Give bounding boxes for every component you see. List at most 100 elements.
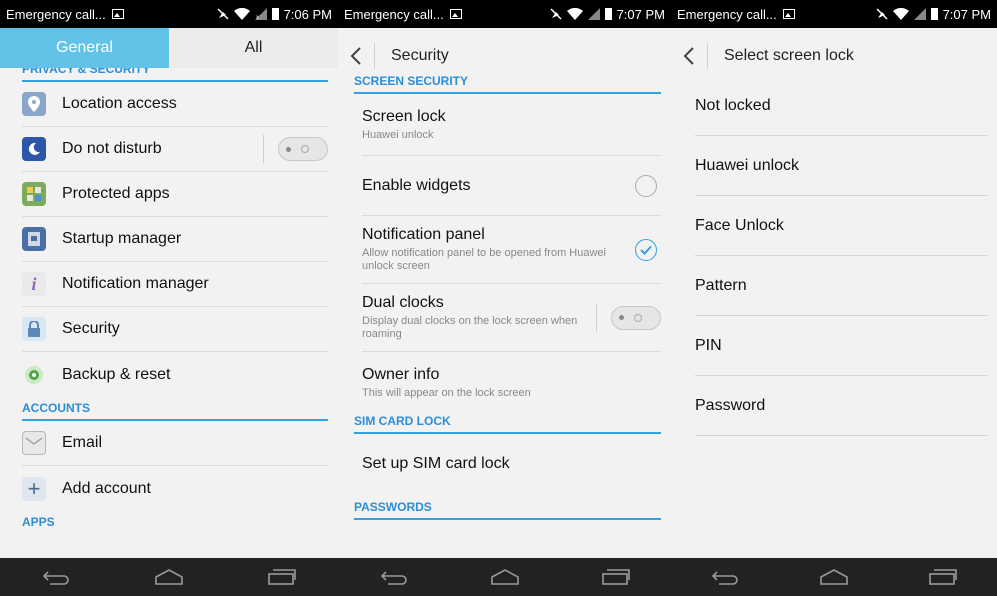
- screenshot-icon: [782, 9, 795, 19]
- lock-option-pin[interactable]: PIN: [695, 316, 987, 376]
- setting-protected-apps[interactable]: Protected apps: [22, 172, 328, 217]
- lock-option-huawei-unlock[interactable]: Huawei unlock: [695, 136, 987, 196]
- svg-text:x: x: [256, 15, 259, 20]
- notification-panel-checkbox[interactable]: [635, 238, 657, 261]
- back-arrow-icon[interactable]: [338, 46, 374, 66]
- navigation-bar: [0, 558, 338, 596]
- setting-subtitle: Huawei unlock: [362, 128, 434, 141]
- status-bar: Emergency call... x 7:06 PM: [0, 0, 338, 28]
- setting-label: Startup manager: [62, 230, 182, 247]
- emergency-call-text: Emergency call...: [6, 6, 106, 22]
- lock-option-not-locked[interactable]: Not locked: [695, 76, 987, 136]
- battery-icon: [930, 8, 938, 20]
- screenshot-icon: [111, 9, 124, 19]
- padlock-icon: [22, 317, 46, 341]
- enable-widgets-checkbox[interactable]: [635, 174, 657, 197]
- backup-reset-icon: [22, 363, 46, 387]
- dual-clocks-toggle[interactable]: [611, 305, 661, 330]
- recents-nav-icon[interactable]: [267, 567, 297, 587]
- status-bar: Emergency call... 7:07 PM: [338, 0, 671, 28]
- lock-option-pattern[interactable]: Pattern: [695, 256, 987, 316]
- emergency-call-text: Emergency call...: [677, 6, 777, 22]
- section-privacy-security: PRIVACY & SECURITY: [22, 68, 151, 76]
- section-divider: [354, 518, 661, 520]
- setting-add-account[interactable]: + Add account: [22, 466, 328, 511]
- setting-notification-manager[interactable]: i Notification manager: [22, 262, 328, 307]
- setting-do-not-disturb[interactable]: Do not disturb: [22, 127, 328, 172]
- header-divider: [374, 43, 375, 69]
- setting-label: Backup & reset: [62, 365, 171, 383]
- section-apps: APPS: [22, 515, 55, 529]
- setting-sim-card-lock[interactable]: Set up SIM card lock: [362, 434, 661, 494]
- divider: [263, 135, 264, 163]
- moon-icon: [22, 137, 46, 161]
- recents-nav-icon[interactable]: [601, 567, 631, 587]
- no-sound-icon: [876, 8, 888, 20]
- setting-label: Email: [62, 434, 103, 451]
- plus-icon: +: [22, 476, 46, 501]
- setting-label: Notification manager: [62, 275, 209, 292]
- info-icon: i: [22, 272, 46, 296]
- back-nav-icon[interactable]: [710, 567, 740, 587]
- section-accounts: ACCOUNTS: [22, 401, 90, 415]
- setting-security[interactable]: Security: [22, 307, 328, 352]
- setting-title: Set up SIM card lock: [362, 455, 510, 472]
- page-title: Select screen lock: [724, 47, 854, 64]
- setting-location-access[interactable]: Location access: [22, 82, 328, 127]
- setting-startup-manager[interactable]: Startup manager: [22, 217, 328, 262]
- setting-subtitle: Display dual clocks on the lock screen w…: [362, 315, 578, 340]
- setting-dual-clocks[interactable]: Dual clocks Display dual clocks on the l…: [362, 284, 661, 352]
- emergency-call-text: Emergency call...: [344, 6, 444, 22]
- shield-check-icon: [22, 182, 46, 206]
- no-sound-icon: [217, 8, 229, 20]
- tab-all[interactable]: All: [169, 28, 338, 68]
- header-divider: [707, 43, 708, 69]
- home-nav-icon[interactable]: [490, 567, 520, 587]
- tab-general[interactable]: General: [0, 28, 169, 68]
- section-sim-card-lock: SIM CARD LOCK: [354, 414, 451, 428]
- setting-owner-info[interactable]: Owner info This will appear on the lock …: [362, 352, 661, 414]
- setting-email[interactable]: Email: [22, 421, 328, 466]
- back-nav-icon[interactable]: [41, 567, 71, 587]
- setting-label: Do not disturb: [62, 140, 162, 157]
- setting-label: Add account: [62, 479, 151, 497]
- page-title: Security: [391, 47, 449, 64]
- do-not-disturb-toggle[interactable]: [278, 137, 328, 161]
- setting-notification-panel[interactable]: Notification panel Allow notification pa…: [362, 216, 661, 284]
- back-arrow-icon[interactable]: [671, 46, 707, 66]
- battery-icon: [604, 8, 612, 20]
- setting-title: Owner info: [362, 366, 440, 383]
- signal-icon: [913, 8, 926, 20]
- settings-tabs: General All: [0, 28, 338, 68]
- home-nav-icon[interactable]: [819, 567, 849, 587]
- setting-title: Dual clocks: [362, 294, 444, 311]
- setting-subtitle: This will appear on the lock screen: [362, 387, 531, 399]
- lock-option-password[interactable]: Password: [695, 376, 987, 436]
- settings-panel: Emergency call... x 7:06 PM General All …: [0, 0, 338, 596]
- setting-title: Screen lock: [362, 107, 446, 125]
- setting-enable-widgets[interactable]: Enable widgets: [362, 156, 661, 216]
- signal-icon: [587, 8, 600, 20]
- setting-screen-lock[interactable]: Screen lock Huawei unlock: [362, 94, 661, 156]
- recents-nav-icon[interactable]: [928, 567, 958, 587]
- select-screen-lock-panel: Emergency call... 7:07 PM Select screen …: [671, 0, 997, 596]
- section-screen-security: SCREEN SECURITY: [354, 74, 469, 88]
- setting-label: Security: [62, 320, 120, 337]
- signal-icon: x: [254, 8, 267, 20]
- screenshot-icon: [449, 9, 462, 19]
- back-nav-icon[interactable]: [379, 567, 409, 587]
- status-bar: Emergency call... 7:07 PM: [671, 0, 997, 28]
- home-nav-icon[interactable]: [154, 567, 184, 587]
- wifi-icon: [566, 8, 583, 20]
- setting-subtitle: Allow notification panel to be opened fr…: [362, 247, 606, 272]
- status-time: 7:06 PM: [283, 6, 332, 22]
- envelope-icon: [22, 431, 46, 455]
- startup-manager-icon: [22, 227, 46, 251]
- section-passwords: PASSWORDS: [354, 500, 432, 514]
- divider: [596, 303, 597, 332]
- battery-icon: [271, 8, 279, 20]
- setting-title: Notification panel: [362, 226, 485, 243]
- location-pin-icon: [22, 92, 46, 116]
- lock-option-face-unlock[interactable]: Face Unlock: [695, 196, 987, 256]
- setting-backup-reset[interactable]: Backup & reset: [22, 352, 328, 397]
